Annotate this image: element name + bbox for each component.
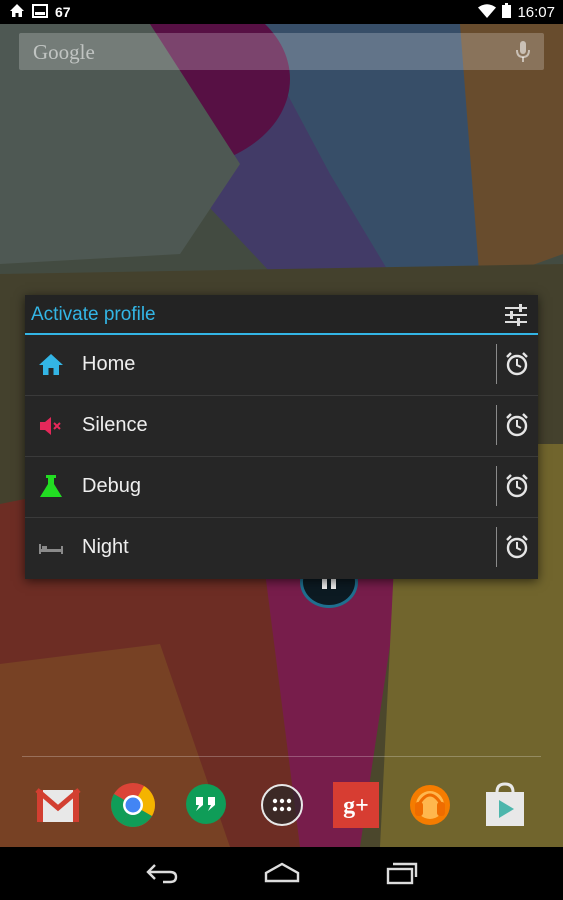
row-divider	[496, 466, 497, 506]
gmail-icon[interactable]	[33, 780, 83, 830]
house-icon	[38, 352, 64, 378]
sliders-icon[interactable]	[503, 302, 529, 333]
hangouts-icon[interactable]	[181, 780, 231, 830]
chrome-icon[interactable]	[108, 780, 158, 830]
profile-label: Night	[82, 536, 129, 558]
profile-label: Silence	[82, 414, 148, 436]
recents-icon[interactable]	[385, 861, 419, 890]
dock: g+	[0, 776, 563, 836]
alarm-clock-icon[interactable]	[505, 534, 529, 560]
clock: 16:07	[517, 3, 555, 21]
google-plus-label: g+	[343, 793, 369, 819]
app-drawer-icon[interactable]	[257, 780, 307, 830]
home-icon	[9, 3, 25, 21]
search-label: Google	[33, 40, 95, 64]
alarm-clock-icon[interactable]	[505, 351, 529, 377]
play-music-icon[interactable]	[405, 780, 455, 830]
mic-icon[interactable]	[516, 41, 530, 68]
alarm-clock-icon[interactable]	[505, 412, 529, 438]
activate-profile-dialog: Activate profile Home Silence Debug Nigh…	[25, 295, 538, 579]
notification-count: 67	[55, 4, 71, 20]
google-plus-icon[interactable]: g+	[331, 780, 381, 830]
profile-row-debug[interactable]: Debug	[25, 457, 538, 518]
profile-label: Home	[82, 353, 136, 375]
profile-row-night[interactable]: Night	[25, 518, 538, 578]
row-divider	[496, 527, 497, 567]
profile-row-home[interactable]: Home	[25, 335, 538, 396]
alarm-clock-icon[interactable]	[505, 473, 529, 499]
row-divider	[496, 344, 497, 384]
profile-list: Home Silence Debug Night	[25, 335, 538, 578]
dialog-title: Activate profile	[31, 304, 156, 325]
dock-divider	[22, 756, 541, 757]
play-store-icon[interactable]	[480, 780, 530, 830]
google-search-bar[interactable]: Google	[19, 33, 544, 70]
wifi-icon	[478, 3, 497, 21]
profile-row-silence[interactable]: Silence	[25, 396, 538, 457]
navigation-bar	[0, 847, 563, 900]
image-icon	[32, 3, 48, 21]
status-bar: 67 16:07	[0, 0, 563, 24]
profile-label: Debug	[82, 475, 141, 497]
dialog-header: Activate profile	[25, 295, 538, 334]
speaker-mute-icon	[38, 413, 64, 439]
home-nav-icon[interactable]	[263, 861, 301, 890]
flask-icon	[38, 474, 64, 500]
row-divider	[496, 405, 497, 445]
battery-icon	[502, 3, 512, 21]
bed-icon	[38, 535, 64, 561]
back-icon[interactable]	[145, 861, 179, 890]
